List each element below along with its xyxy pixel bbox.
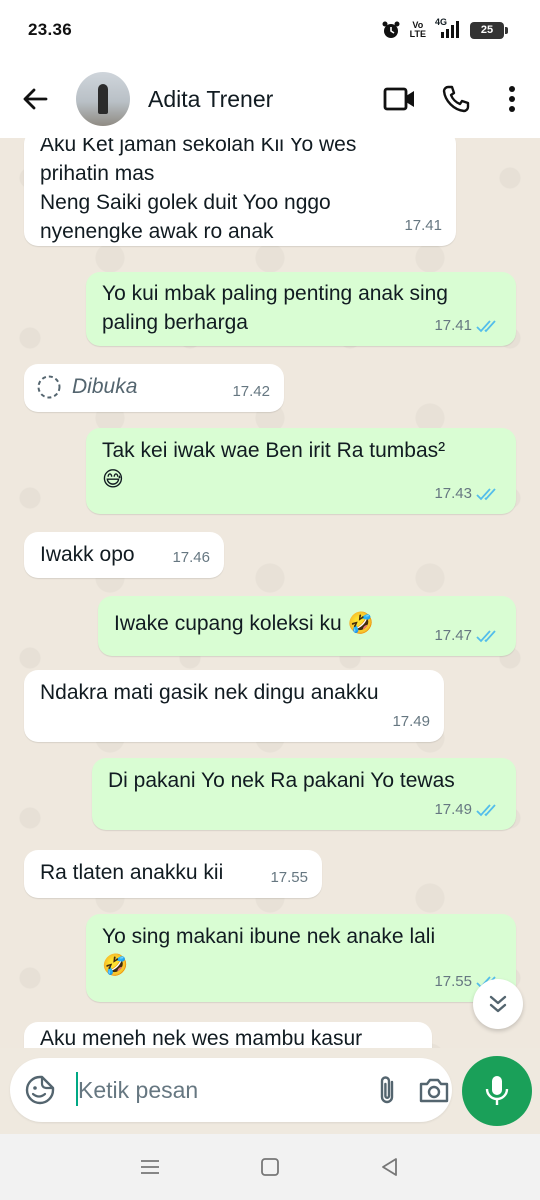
message-time: 17.46	[172, 549, 210, 566]
double-check-icon	[476, 319, 496, 332]
message-text: Ra tlaten anakku kii	[40, 861, 224, 884]
home-button[interactable]	[250, 1147, 290, 1187]
message-meta: 17.47	[434, 621, 502, 650]
message-time: 17.55	[270, 869, 308, 886]
message-outgoing[interactable]: Yo sing makani ibune nek anake lali 🤣 17…	[86, 914, 516, 1002]
message-input[interactable]	[78, 1070, 374, 1110]
message-meta: 17.41	[434, 311, 502, 340]
back-button[interactable]	[0, 60, 70, 138]
back-nav-button[interactable]	[370, 1147, 410, 1187]
double-chevron-down-icon	[489, 995, 507, 1013]
voice-call-button[interactable]	[428, 60, 484, 138]
message-outgoing[interactable]: Tak kei iwak wae Ben irit Ra tumbas² 😅 1…	[86, 428, 516, 514]
message-text: Tak kei iwak wae Ben irit Ra tumbas²	[102, 439, 446, 462]
status-bar: 23.36 Vo LTE 4G 25	[0, 0, 540, 60]
message-time: 17.42	[232, 383, 270, 400]
message-text: Aku meneh nek wes mambu kasur	[40, 1027, 363, 1048]
message-incoming[interactable]: Ra tlaten anakku kii 17.55	[24, 850, 322, 898]
message-time: 17.41	[404, 217, 442, 234]
view-once-icon	[37, 375, 61, 398]
battery-icon: 25	[470, 21, 508, 39]
message-text: Neng Saiki golek duit Yoo nggo	[40, 191, 331, 214]
composer	[0, 1048, 540, 1134]
double-check-icon	[476, 487, 496, 500]
message-text: Di pakani Yo nek Ra pakani Yo tewas	[108, 769, 455, 792]
arrow-left-icon	[23, 88, 48, 110]
double-check-icon	[476, 629, 496, 642]
double-check-icon	[476, 803, 496, 816]
message-time: 17.55	[434, 973, 472, 990]
text-cursor	[76, 1072, 78, 1106]
phone-icon	[442, 85, 470, 113]
sticker-button[interactable]	[24, 1068, 56, 1112]
message-meta: 17.41	[404, 211, 442, 240]
message-time: 17.47	[434, 627, 472, 644]
message-text: Dibuka	[72, 375, 138, 398]
message-incoming[interactable]: Aku meneh nek wes mambu kasur	[24, 1022, 432, 1048]
message-text: Yo sing makani ibune nek anake lali	[102, 925, 436, 948]
more-vertical-icon	[509, 86, 515, 112]
microphone-icon	[485, 1076, 509, 1105]
message-time: 17.49	[434, 801, 472, 818]
message-incoming-view-once[interactable]: Dibuka 17.42	[24, 364, 284, 412]
attach-button[interactable]	[374, 1068, 400, 1112]
message-meta: 17.49	[392, 707, 430, 736]
message-outgoing[interactable]: Di pakani Yo nek Ra pakani Yo tewas 17.4…	[92, 758, 516, 830]
sticker-smile-icon	[25, 1075, 55, 1105]
message-time: 17.43	[434, 485, 472, 502]
battery-level: 25	[480, 24, 494, 36]
video-camera-icon	[383, 87, 414, 111]
volte-bottom: LTE	[409, 29, 426, 39]
message-meta: 17.43	[434, 479, 502, 508]
message-time: 17.49	[392, 713, 430, 730]
system-nav-bar	[0, 1134, 540, 1200]
message-incoming[interactable]: Iwakk opo 17.46	[24, 532, 224, 578]
square-icon	[261, 1158, 279, 1176]
alarm-icon	[382, 21, 400, 38]
message-outgoing[interactable]: Iwake cupang koleksi ku 🤣 17.47	[98, 596, 516, 656]
message-text: nyenengke awak ro anak	[40, 220, 274, 243]
message-incoming[interactable]: Aku Ket jaman sekolah Kii Yo wes prihati…	[24, 138, 456, 246]
message-text: Yo kui mbak paling penting anak sing	[102, 282, 448, 305]
paperclip-icon	[380, 1076, 394, 1104]
scroll-to-bottom-button[interactable]	[473, 979, 523, 1029]
volte-indicator: Vo LTE	[410, 21, 426, 39]
message-incoming[interactable]: Ndakra mati gasik nek dingu anakku 17.49	[24, 670, 444, 742]
chat-area[interactable]: Aku Ket jaman sekolah Kii Yo wes prihati…	[0, 138, 540, 1048]
camera-button[interactable]	[418, 1068, 450, 1112]
message-meta: 17.49	[434, 795, 502, 824]
message-time: 17.41	[434, 317, 472, 334]
message-meta: 17.55	[270, 863, 308, 892]
message-text: Ndakra mati gasik nek dingu anakku	[40, 681, 379, 704]
camera-icon	[419, 1078, 449, 1103]
message-outgoing[interactable]: Yo kui mbak paling penting anak sing pal…	[86, 272, 516, 346]
message-text: Aku Ket jaman sekolah Kii Yo wes	[40, 138, 357, 156]
video-call-button[interactable]	[372, 60, 428, 138]
contact-name[interactable]: Adita Trener	[148, 86, 372, 113]
chat-header: Adita Trener	[0, 60, 540, 138]
triangle-back-icon	[382, 1158, 397, 1176]
status-time: 23.36	[28, 20, 73, 39]
recents-button[interactable]	[130, 1147, 170, 1187]
menu-button[interactable]	[484, 60, 540, 138]
menu-lines-icon	[141, 1160, 159, 1174]
message-meta: 17.42	[232, 377, 270, 406]
voice-message-button[interactable]	[462, 1056, 532, 1126]
signal-icon: 4G	[435, 17, 461, 40]
status-icons: Vo LTE 4G 25	[381, 17, 508, 40]
message-meta: 17.46	[172, 543, 210, 572]
avatar[interactable]	[76, 72, 130, 126]
message-text: prihatin mas	[40, 162, 155, 185]
